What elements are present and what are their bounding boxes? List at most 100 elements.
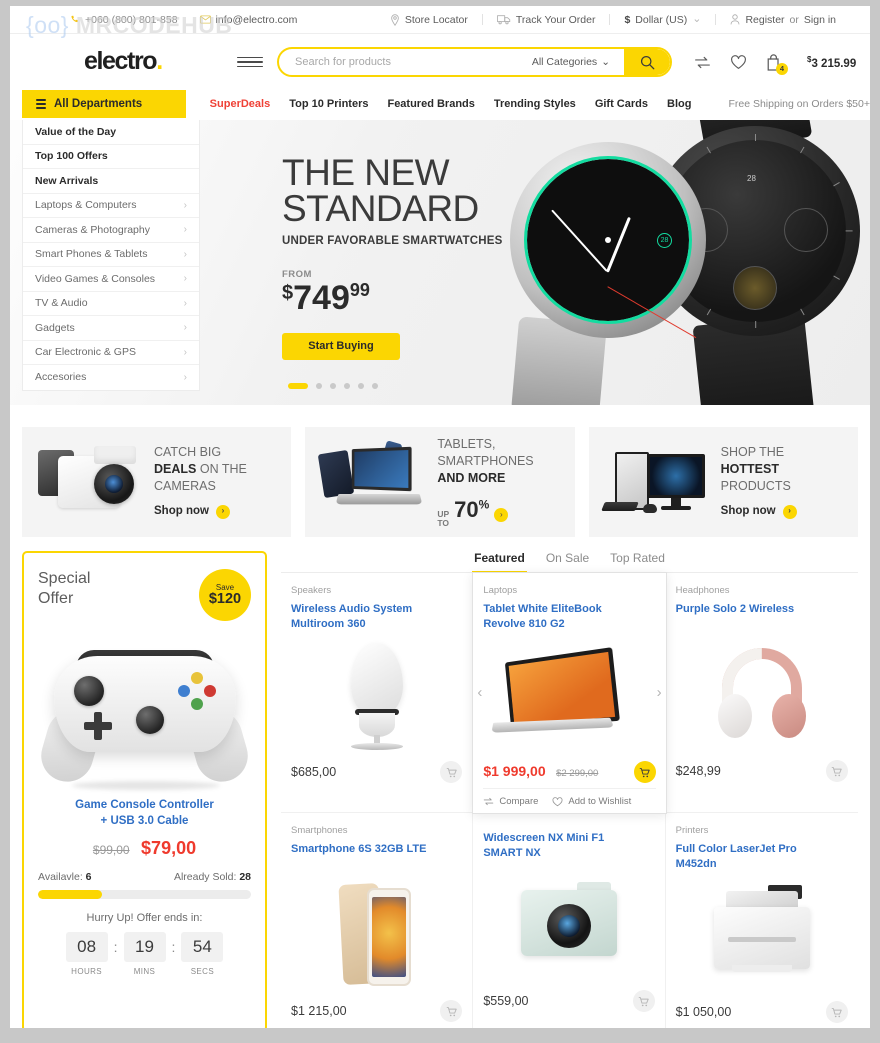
promo-shop-now-link[interactable]: Shop now › [154, 504, 247, 520]
track-order-link[interactable]: Track Your Order [483, 14, 610, 26]
nav-item-superdeals[interactable]: SuperDeals [210, 98, 271, 110]
add-to-cart-button[interactable] [632, 990, 655, 1013]
start-buying-button[interactable]: Start Buying [282, 332, 400, 360]
carousel-dot[interactable] [372, 383, 378, 389]
product-title[interactable]: Smartphone 6S 32GB LTE [291, 842, 462, 870]
hero-title-line2: STANDARD [282, 187, 479, 229]
dept-item-value-of-the-day[interactable]: Value of the Day [23, 120, 199, 145]
carousel-dot-active[interactable] [288, 383, 308, 389]
register-link[interactable]: Register [745, 14, 784, 26]
add-to-cart-button[interactable] [825, 1001, 848, 1024]
menu-toggle-icon[interactable] [237, 56, 263, 68]
dept-item-new-arrivals[interactable]: New Arrivals [23, 169, 199, 194]
dept-item-car-electronic-gps[interactable]: Car Electronic & GPS › [23, 341, 199, 365]
cart-icon [446, 1006, 457, 1016]
product-category: Speakers [291, 585, 332, 596]
product-card-speaker[interactable]: Speakers Wireless Audio System Multiroom… [281, 573, 474, 814]
nav-item-gift-cards[interactable]: Gift Cards [595, 98, 648, 110]
carousel-prev-icon[interactable]: ‹ [477, 684, 482, 701]
shop-now-label: Shop now [720, 505, 776, 518]
hero-carousel-dots [288, 383, 378, 389]
nav-item-featured-brands[interactable]: Featured Brands [387, 98, 474, 110]
add-to-cart-button[interactable] [825, 760, 848, 782]
special-offer-product-name[interactable]: Game Console Controller + USB 3.0 Cable [38, 798, 251, 829]
tab-top-rated[interactable]: Top Rated [608, 551, 667, 572]
chevron-right-icon[interactable]: › [494, 508, 509, 523]
nav-item-trending-styles[interactable]: Trending Styles [494, 98, 576, 110]
product-card-headphones[interactable]: Headphones Purple Solo 2 Wireless $248,9… [665, 573, 858, 814]
store-locator-label: Store Locator [404, 13, 468, 26]
dept-item-laptops-computers[interactable]: Laptops & Computers › [23, 194, 199, 218]
watermark-text: MRCODEHUB [75, 12, 233, 38]
all-departments-button[interactable]: All Departments [22, 90, 186, 118]
secs-label: SECS [190, 967, 215, 977]
promo-banner-tablets[interactable]: TABLETS, SMARTPHONES AND MORE UP TO 70% … [305, 427, 575, 537]
product-title[interactable]: Tablet White EliteBook Revolve 810 G2 [483, 602, 655, 631]
product-card-smartphone[interactable]: Smartphones Smartphone 6S 32GB LTE $1 21… [281, 813, 474, 1028]
save-amount: $120 [208, 591, 242, 607]
product-title[interactable]: Wireless Audio System Multiroom 360 [291, 602, 462, 631]
account-links[interactable]: Register or Sign in [716, 14, 850, 26]
product-category: Printers [675, 825, 709, 837]
product-title[interactable]: Widescreen NX Mini F1 SMART NX [483, 831, 654, 860]
category-select[interactable]: All Categories ⌄ [518, 56, 624, 68]
cart-button[interactable]: 4 [766, 53, 788, 75]
product-card-laptop[interactable]: ‹ › Laptops Tablet White EliteBook Revol… [472, 572, 667, 815]
carousel-dot[interactable] [358, 383, 364, 389]
dept-item-cameras-photography[interactable]: Cameras & Photography › [23, 218, 199, 243]
dept-item-tv-audio[interactable]: TV & Audio › [23, 292, 199, 316]
store-locator-link[interactable]: Store Locator [376, 14, 482, 26]
compare-button[interactable] [694, 55, 711, 70]
add-to-cart-button[interactable] [633, 761, 656, 784]
nav-item-blog[interactable]: Blog [667, 98, 691, 110]
truck-icon [497, 14, 511, 25]
promo-text: CATCH BIG DEALS ON THE CAMERAS Shop now … [154, 444, 247, 519]
promo-banner-cameras[interactable]: CATCH BIG DEALS ON THE CAMERAS Shop now … [22, 427, 292, 537]
product-card-compact-camera[interactable]: Widescreen NX Mini F1 SMART NX $559,00 [473, 813, 666, 1028]
watch-date-dark: 28 [747, 174, 756, 183]
add-to-cart-button[interactable] [440, 761, 463, 784]
wishlist-button[interactable] [730, 54, 747, 70]
promo-banner-hottest[interactable]: SHOP THE HOTTEST PRODUCTS Shop now › [588, 427, 858, 537]
promo-line3: PRODUCTS [720, 479, 791, 494]
search-button[interactable] [624, 49, 670, 75]
product-price: $248,99 [675, 764, 721, 778]
product-title-line1: Widescreen NX Mini F1 [483, 832, 605, 845]
carousel-dot[interactable] [316, 383, 322, 389]
currency-selector[interactable]: $ Dollar (US) ⌄ [610, 14, 715, 26]
dept-item-video-games-consoles[interactable]: Video Games & Consoles › [23, 267, 199, 292]
carousel-next-icon[interactable]: › [657, 684, 662, 701]
chevron-right-icon: › [215, 504, 230, 519]
dept-item-smart-phones-tablets[interactable]: Smart Phones & Tablets › [23, 243, 199, 267]
tab-featured[interactable]: Featured [472, 551, 527, 573]
tab-on-sale[interactable]: On Sale [544, 551, 591, 572]
stock-info: Availavle: 6 Already Sold: 28 [38, 871, 251, 883]
product-image-printer [676, 879, 848, 997]
signin-link[interactable]: Sign in [804, 14, 836, 26]
promo-line3-bold: AND MORE [437, 471, 506, 486]
user-icon [730, 14, 740, 25]
promo-shop-now-link[interactable]: Shop now › [721, 504, 797, 520]
product-name-line2: + USB 3.0 Cable [100, 814, 189, 827]
carousel-dot[interactable] [344, 383, 350, 389]
dept-item-accesories[interactable]: Accesories › [23, 365, 199, 390]
add-to-cart-button[interactable] [440, 1000, 463, 1023]
product-price: $685,00 [291, 765, 337, 780]
dept-item-top-100-offers[interactable]: Top 100 Offers [23, 145, 199, 169]
product-title[interactable]: Full Color LaserJet Pro M452dn [676, 842, 848, 871]
nav-item-top-10-printers[interactable]: Top 10 Printers [289, 98, 368, 110]
search-input[interactable] [279, 56, 518, 68]
promo-banner-row: CATCH BIG DEALS ON THE CAMERAS Shop now … [10, 405, 870, 537]
product-card-printer[interactable]: Printers Full Color LaserJet Pro M452dn … [666, 813, 858, 1028]
desktop-computer-image [600, 440, 711, 524]
product-title-line2: M452dn [675, 857, 717, 870]
category-select-label: All Categories [531, 56, 598, 68]
carousel-dot[interactable] [330, 383, 336, 389]
product-title[interactable]: Purple Solo 2 Wireless [676, 602, 848, 630]
site-logo[interactable]: electro. [84, 47, 163, 76]
shop-now-label: Shop now [154, 505, 209, 518]
dept-item-gadgets[interactable]: Gadgets › [23, 316, 199, 341]
compare-action[interactable]: Compare [483, 796, 538, 807]
search-bar: All Categories ⌄ [277, 47, 672, 77]
wishlist-action[interactable]: Add to Wishlist [552, 796, 631, 807]
